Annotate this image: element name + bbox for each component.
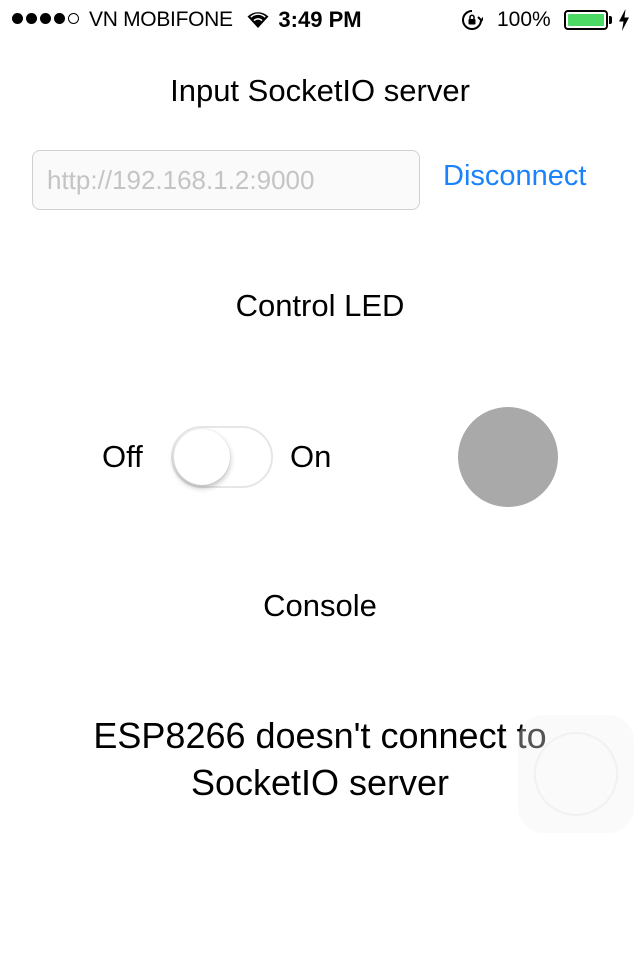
battery-icon [564, 10, 608, 30]
toggle-knob [174, 429, 230, 485]
led-toggle-switch[interactable] [171, 426, 273, 488]
rotation-lock-icon [462, 10, 483, 30]
status-bar: VN MOBIFONE 3:49 PM 100% [0, 0, 640, 40]
battery-level [568, 14, 604, 26]
charging-icon [619, 9, 629, 31]
on-label: On [290, 439, 332, 474]
battery-percentage: 100% [497, 8, 551, 31]
led-status-indicator [458, 407, 558, 507]
disconnect-button[interactable]: Disconnect [443, 160, 586, 193]
off-label: Off [102, 439, 143, 474]
led-section-title: Control LED [235, 288, 405, 323]
server-section-title: Input SocketIO server [170, 73, 470, 108]
server-url-input[interactable] [32, 150, 420, 210]
assistive-touch-button[interactable] [518, 715, 634, 833]
battery-tip [609, 16, 612, 24]
assistive-touch-ring [534, 732, 618, 816]
console-section-title: Console [263, 588, 377, 623]
